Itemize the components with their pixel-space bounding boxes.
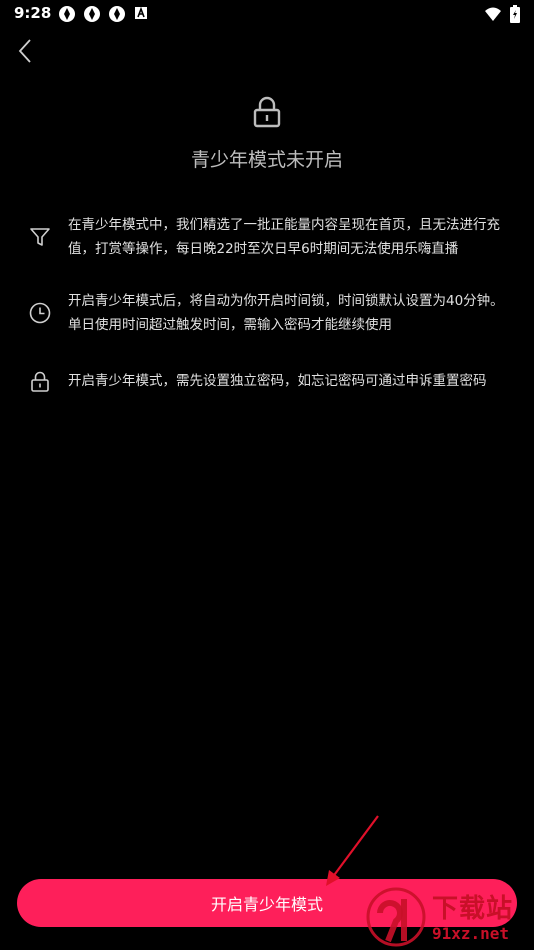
notification-app-icon — [109, 6, 125, 22]
filter-icon — [30, 228, 50, 246]
info-text: 开启青少年模式后，将自动为你开启时间锁，时间锁默认设置为40分钟。单日使用时间超… — [68, 293, 504, 333]
notification-app-icon — [59, 6, 75, 22]
back-button[interactable] — [10, 36, 40, 66]
battery-icon — [510, 5, 520, 23]
chevron-left-icon — [18, 39, 31, 63]
info-text: 开启青少年模式，需先设置独立密码，如忘记密码可通过申诉重置密码 — [68, 373, 487, 389]
status-right — [484, 5, 520, 23]
watermark-text: 下载站 — [432, 894, 514, 924]
info-text: 在青少年模式中，我们精选了一批正能量内容呈现在首页，且无法进行充值，打赏等操作，… — [68, 217, 500, 257]
annotation-arrow-icon — [326, 815, 379, 886]
lock-icon — [31, 371, 49, 392]
watermark-url: 91xz.net — [432, 924, 510, 943]
status-time: 9:28 — [14, 4, 52, 22]
status-bar: 9:28 — [0, 0, 534, 28]
wifi-icon — [485, 7, 501, 21]
notification-app-icon — [84, 6, 100, 22]
notification-icons — [58, 5, 149, 23]
clock-icon — [29, 302, 51, 324]
lock-icon — [253, 96, 281, 128]
page-title: 青少年模式未开启 — [190, 149, 343, 171]
notification-a-icon — [135, 6, 147, 19]
